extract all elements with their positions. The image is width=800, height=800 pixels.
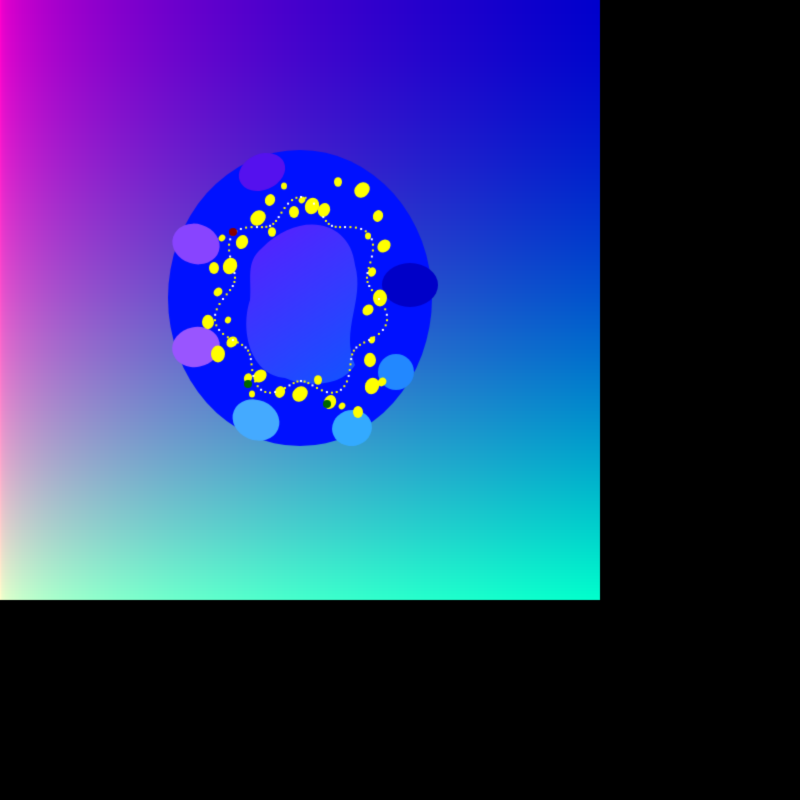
fractal-viewport xyxy=(0,0,800,800)
fractal-image xyxy=(0,0,800,800)
